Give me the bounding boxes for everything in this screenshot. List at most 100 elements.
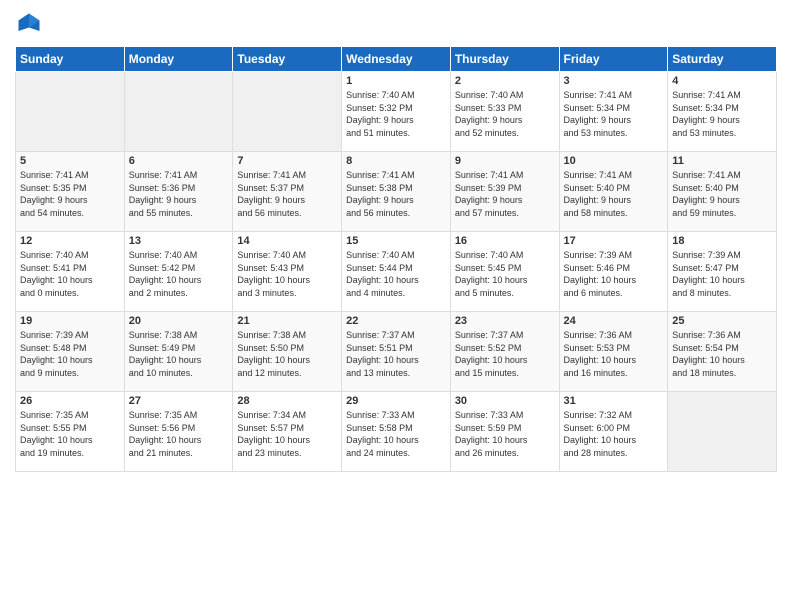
day-number: 18 (672, 235, 772, 247)
day-info: Sunrise: 7:34 AM Sunset: 5:57 PM Dayligh… (237, 409, 337, 459)
day-number: 9 (455, 155, 555, 167)
day-info: Sunrise: 7:40 AM Sunset: 5:43 PM Dayligh… (237, 249, 337, 299)
day-number: 19 (20, 315, 120, 327)
day-cell: 18 Sunrise: 7:39 AM Sunset: 5:47 PM Dayli… (668, 232, 777, 312)
day-info: Sunrise: 7:36 AM Sunset: 5:54 PM Dayligh… (672, 329, 772, 379)
day-info: Sunrise: 7:41 AM Sunset: 5:40 PM Dayligh… (564, 169, 664, 219)
day-cell (16, 72, 125, 152)
day-info: Sunrise: 7:38 AM Sunset: 5:49 PM Dayligh… (129, 329, 229, 379)
day-cell: 7 Sunrise: 7:41 AM Sunset: 5:37 PM Daylig… (233, 152, 342, 232)
calendar-container: SundayMondayTuesdayWednesdayThursdayFrid… (0, 0, 792, 482)
day-info: Sunrise: 7:41 AM Sunset: 5:40 PM Dayligh… (672, 169, 772, 219)
day-number: 29 (346, 395, 446, 407)
day-cell: 30 Sunrise: 7:33 AM Sunset: 5:59 PM Dayli… (450, 392, 559, 472)
day-info: Sunrise: 7:37 AM Sunset: 5:52 PM Dayligh… (455, 329, 555, 379)
day-number: 17 (564, 235, 664, 247)
day-number: 15 (346, 235, 446, 247)
day-number: 24 (564, 315, 664, 327)
day-info: Sunrise: 7:39 AM Sunset: 5:48 PM Dayligh… (20, 329, 120, 379)
day-cell: 12Sunrise: 7:40 AM Sunset: 5:41 PM Dayli… (16, 232, 125, 312)
day-info: Sunrise: 7:41 AM Sunset: 5:39 PM Dayligh… (455, 169, 555, 219)
day-info: Sunrise: 7:33 AM Sunset: 5:58 PM Dayligh… (346, 409, 446, 459)
day-cell: 5 Sunrise: 7:41 AM Sunset: 5:35 PM Daylig… (16, 152, 125, 232)
day-info: Sunrise: 7:40 AM Sunset: 5:33 PM Dayligh… (455, 89, 555, 139)
day-cell: 20 Sunrise: 7:38 AM Sunset: 5:49 PM Dayli… (124, 312, 233, 392)
day-number: 4 (672, 75, 772, 87)
day-number: 8 (346, 155, 446, 167)
day-info: Sunrise: 7:40 AM Sunset: 5:41 PM Dayligh… (20, 249, 120, 299)
day-info: Sunrise: 7:41 AM Sunset: 5:34 PM Dayligh… (672, 89, 772, 139)
day-cell: 27Sunrise: 7:35 AM Sunset: 5:56 PM Dayli… (124, 392, 233, 472)
day-info: Sunrise: 7:38 AM Sunset: 5:50 PM Dayligh… (237, 329, 337, 379)
day-info: Sunrise: 7:32 AM Sunset: 6:00 PM Dayligh… (564, 409, 664, 459)
logo-icon (15, 10, 43, 38)
day-info: Sunrise: 7:33 AM Sunset: 5:59 PM Dayligh… (455, 409, 555, 459)
day-header-tuesday: Tuesday (233, 47, 342, 72)
day-number: 7 (237, 155, 337, 167)
day-number: 27 (129, 395, 229, 407)
day-cell: 21 Sunrise: 7:38 AM Sunset: 5:50 PM Dayli… (233, 312, 342, 392)
day-number: 5 (20, 155, 120, 167)
day-cell: 23Sunrise: 7:37 AM Sunset: 5:52 PM Dayli… (450, 312, 559, 392)
day-info: Sunrise: 7:37 AM Sunset: 5:51 PM Dayligh… (346, 329, 446, 379)
day-cell (124, 72, 233, 152)
day-cell: 26Sunrise: 7:35 AM Sunset: 5:55 PM Dayli… (16, 392, 125, 472)
day-cell: 13 Sunrise: 7:40 AM Sunset: 5:42 PM Dayli… (124, 232, 233, 312)
day-cell: 4 Sunrise: 7:41 AM Sunset: 5:34 PM Daylig… (668, 72, 777, 152)
day-info: Sunrise: 7:40 AM Sunset: 5:45 PM Dayligh… (455, 249, 555, 299)
day-info: Sunrise: 7:41 AM Sunset: 5:38 PM Dayligh… (346, 169, 446, 219)
day-info: Sunrise: 7:40 AM Sunset: 5:42 PM Dayligh… (129, 249, 229, 299)
day-cell: 25 Sunrise: 7:36 AM Sunset: 5:54 PM Dayli… (668, 312, 777, 392)
day-number: 20 (129, 315, 229, 327)
day-cell: 6 Sunrise: 7:41 AM Sunset: 5:36 PM Daylig… (124, 152, 233, 232)
day-header-wednesday: Wednesday (342, 47, 451, 72)
day-number: 10 (564, 155, 664, 167)
day-cell (668, 392, 777, 472)
day-number: 22 (346, 315, 446, 327)
day-info: Sunrise: 7:40 AM Sunset: 5:32 PM Dayligh… (346, 89, 446, 139)
day-number: 30 (455, 395, 555, 407)
day-cell: 24 Sunrise: 7:36 AM Sunset: 5:53 PM Dayli… (559, 312, 668, 392)
day-info: Sunrise: 7:41 AM Sunset: 5:37 PM Dayligh… (237, 169, 337, 219)
day-number: 16 (455, 235, 555, 247)
day-cell: 8 Sunrise: 7:41 AM Sunset: 5:38 PM Daylig… (342, 152, 451, 232)
day-header-monday: Monday (124, 47, 233, 72)
day-number: 11 (672, 155, 772, 167)
day-header-thursday: Thursday (450, 47, 559, 72)
day-info: Sunrise: 7:41 AM Sunset: 5:36 PM Dayligh… (129, 169, 229, 219)
week-row-4: 19 Sunrise: 7:39 AM Sunset: 5:48 PM Dayli… (16, 312, 777, 392)
day-cell (233, 72, 342, 152)
day-info: Sunrise: 7:36 AM Sunset: 5:53 PM Dayligh… (564, 329, 664, 379)
day-number: 26 (20, 395, 120, 407)
day-cell: 28 Sunrise: 7:34 AM Sunset: 5:57 PM Dayli… (233, 392, 342, 472)
day-cell: 11 Sunrise: 7:41 AM Sunset: 5:40 PM Dayli… (668, 152, 777, 232)
day-number: 3 (564, 75, 664, 87)
week-row-1: 1 Sunrise: 7:40 AM Sunset: 5:32 PM Daylig… (16, 72, 777, 152)
day-header-friday: Friday (559, 47, 668, 72)
day-number: 6 (129, 155, 229, 167)
day-info: Sunrise: 7:39 AM Sunset: 5:46 PM Dayligh… (564, 249, 664, 299)
day-number: 31 (564, 395, 664, 407)
calendar-body: 1 Sunrise: 7:40 AM Sunset: 5:32 PM Daylig… (16, 72, 777, 472)
calendar-header-row: SundayMondayTuesdayWednesdayThursdayFrid… (16, 47, 777, 72)
day-cell: 10 Sunrise: 7:41 AM Sunset: 5:40 PM Dayli… (559, 152, 668, 232)
day-number: 21 (237, 315, 337, 327)
day-info: Sunrise: 7:41 AM Sunset: 5:35 PM Dayligh… (20, 169, 120, 219)
week-row-3: 12Sunrise: 7:40 AM Sunset: 5:41 PM Dayli… (16, 232, 777, 312)
day-header-sunday: Sunday (16, 47, 125, 72)
day-number: 13 (129, 235, 229, 247)
day-info: Sunrise: 7:39 AM Sunset: 5:47 PM Dayligh… (672, 249, 772, 299)
day-cell: 17 Sunrise: 7:39 AM Sunset: 5:46 PM Dayli… (559, 232, 668, 312)
calendar-header (15, 10, 777, 38)
day-cell: 2Sunrise: 7:40 AM Sunset: 5:33 PM Daylig… (450, 72, 559, 152)
day-info: Sunrise: 7:40 AM Sunset: 5:44 PM Dayligh… (346, 249, 446, 299)
day-cell: 9 Sunrise: 7:41 AM Sunset: 5:39 PM Daylig… (450, 152, 559, 232)
day-cell: 31 Sunrise: 7:32 AM Sunset: 6:00 PM Dayli… (559, 392, 668, 472)
week-row-5: 26Sunrise: 7:35 AM Sunset: 5:55 PM Dayli… (16, 392, 777, 472)
calendar-table: SundayMondayTuesdayWednesdayThursdayFrid… (15, 46, 777, 472)
day-cell: 19 Sunrise: 7:39 AM Sunset: 5:48 PM Dayli… (16, 312, 125, 392)
day-number: 1 (346, 75, 446, 87)
logo (15, 10, 47, 38)
day-number: 28 (237, 395, 337, 407)
day-number: 25 (672, 315, 772, 327)
